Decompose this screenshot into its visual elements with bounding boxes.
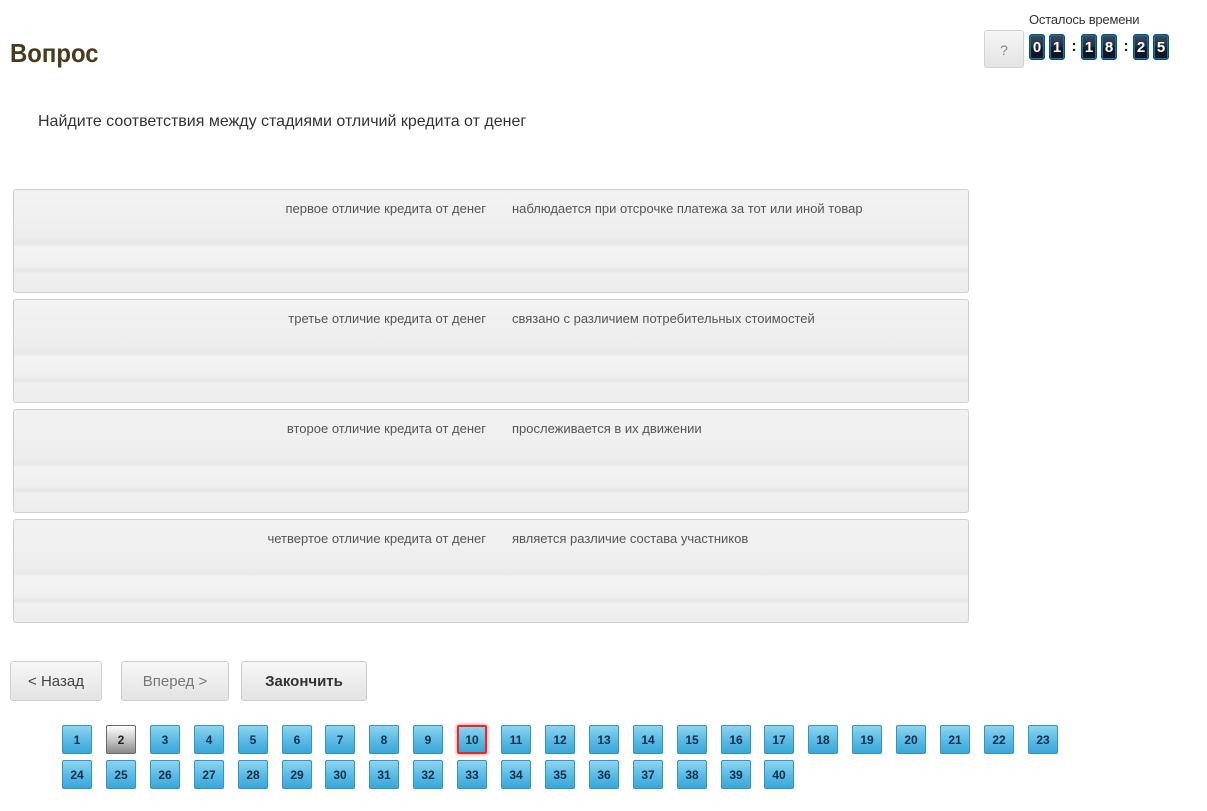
question-nav-button[interactable]: 4 xyxy=(194,725,224,754)
question-nav-button[interactable]: 25 xyxy=(106,760,136,789)
question-nav-button[interactable]: 32 xyxy=(413,760,443,789)
match-row[interactable]: первое отличие кредита от денег наблюдае… xyxy=(13,189,969,293)
finish-button[interactable]: Закончить xyxy=(241,661,367,701)
question-nav-button[interactable]: 5 xyxy=(238,725,268,754)
question-nav-button[interactable]: 20 xyxy=(896,725,926,754)
question-nav-button[interactable]: 9 xyxy=(413,725,443,754)
question-nav-button[interactable]: 26 xyxy=(150,760,180,789)
match-left-item: третье отличие кредита от денег xyxy=(288,311,486,326)
question-nav-button[interactable]: 14 xyxy=(633,725,663,754)
timer-digit: 0 xyxy=(1029,34,1045,60)
question-nav-button[interactable]: 10 xyxy=(457,725,487,754)
timer-digit: 1 xyxy=(1049,34,1065,60)
question-nav-button[interactable]: 11 xyxy=(501,725,531,754)
timer-separator: : xyxy=(1071,38,1077,55)
page-title: Вопрос xyxy=(10,38,99,68)
question-nav-button[interactable]: 12 xyxy=(545,725,575,754)
question-nav-button[interactable]: 18 xyxy=(808,725,838,754)
match-row[interactable]: третье отличие кредита от денег связано … xyxy=(13,299,969,403)
timer-separator: : xyxy=(1123,38,1129,55)
question-nav-button[interactable]: 16 xyxy=(721,725,751,754)
question-nav-button[interactable]: 6 xyxy=(282,725,312,754)
question-nav-button[interactable]: 36 xyxy=(589,760,619,789)
help-button[interactable]: ? xyxy=(984,30,1024,68)
question-nav-button[interactable]: 22 xyxy=(984,725,1014,754)
timer-digit: 2 xyxy=(1133,34,1149,60)
question-nav-button[interactable]: 23 xyxy=(1028,725,1058,754)
question-nav-button[interactable]: 27 xyxy=(194,760,224,789)
question-nav-button[interactable]: 37 xyxy=(633,760,663,789)
countdown-timer: 0 1 : 1 8 : 2 5 xyxy=(1029,32,1173,62)
next-button[interactable]: Вперед > xyxy=(121,661,229,701)
question-nav-button[interactable]: 30 xyxy=(325,760,355,789)
question-nav-button[interactable]: 15 xyxy=(677,725,707,754)
match-list: первое отличие кредита от денег наблюдае… xyxy=(13,189,969,629)
question-nav-button[interactable]: 1 xyxy=(62,725,92,754)
question-nav-button[interactable]: 8 xyxy=(369,725,399,754)
timer-digit: 5 xyxy=(1153,34,1169,60)
question-nav-button[interactable]: 34 xyxy=(501,760,531,789)
question-nav-button[interactable]: 19 xyxy=(852,725,882,754)
question-nav-button[interactable]: 31 xyxy=(369,760,399,789)
question-nav-button[interactable]: 40 xyxy=(764,760,794,789)
question-nav-button[interactable]: 33 xyxy=(457,760,487,789)
match-left-item: четвертое отличие кредита от денег xyxy=(267,531,486,546)
question-nav-button[interactable]: 13 xyxy=(589,725,619,754)
match-right-item[interactable]: прослеживается в их движении xyxy=(512,421,702,436)
back-button[interactable]: < Назад xyxy=(10,661,102,701)
question-nav-button[interactable]: 39 xyxy=(721,760,751,789)
question-nav-button[interactable]: 21 xyxy=(940,725,970,754)
question-nav-button[interactable]: 3 xyxy=(150,725,180,754)
timer-digit: 1 xyxy=(1081,34,1097,60)
timer-label: Осталось времени xyxy=(1029,12,1140,27)
question-text: Найдите соответствия между стадиями отли… xyxy=(38,113,527,130)
match-row[interactable]: второе отличие кредита от денег прослежи… xyxy=(13,409,969,513)
question-nav-button[interactable]: 38 xyxy=(677,760,707,789)
question-nav-button[interactable]: 28 xyxy=(238,760,268,789)
match-row[interactable]: четвертое отличие кредита от денег являе… xyxy=(13,519,969,623)
match-right-item[interactable]: связано с различием потребительных стоим… xyxy=(512,311,815,326)
match-left-item: первое отличие кредита от денег xyxy=(285,201,486,216)
question-nav-button[interactable]: 7 xyxy=(325,725,355,754)
match-right-item[interactable]: наблюдается при отсрочке платежа за тот … xyxy=(512,201,863,216)
question-nav-button[interactable]: 35 xyxy=(545,760,575,789)
match-left-item: второе отличие кредита от денег xyxy=(286,421,486,436)
question-nav-button[interactable]: 24 xyxy=(62,760,92,789)
question-nav-button[interactable]: 29 xyxy=(282,760,312,789)
match-right-item[interactable]: является различие состава участников xyxy=(512,531,748,546)
timer-digit: 8 xyxy=(1101,34,1117,60)
question-nav-button[interactable]: 2 xyxy=(106,725,136,754)
question-nav-button[interactable]: 17 xyxy=(764,725,794,754)
